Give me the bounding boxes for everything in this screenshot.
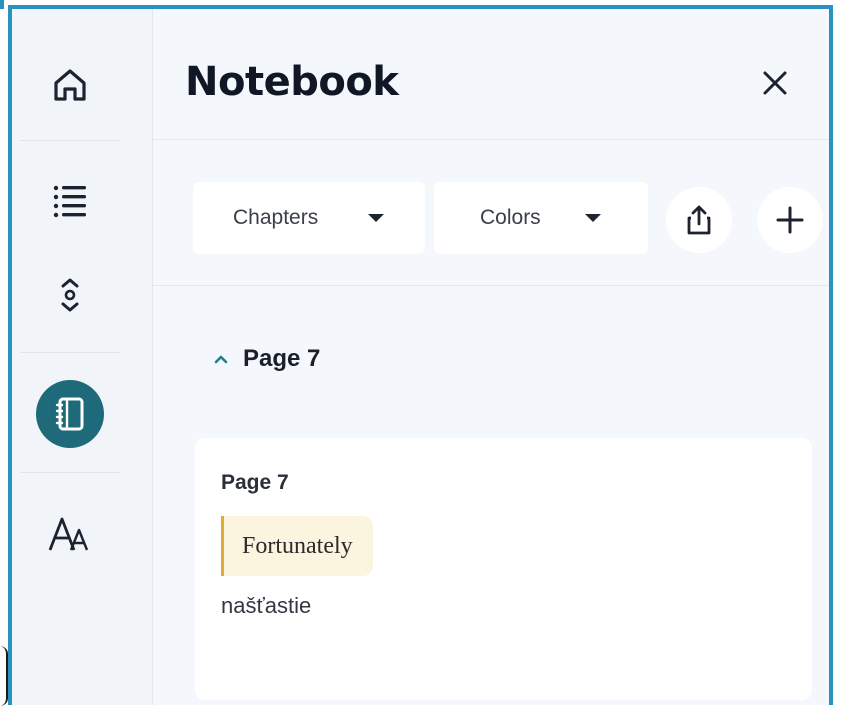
- chevron-down-icon: [585, 214, 601, 222]
- rail-divider: [20, 352, 120, 353]
- close-icon: [763, 71, 787, 95]
- notebook-icon: [55, 397, 84, 431]
- section-label: Page 7: [243, 345, 321, 372]
- rail-divider: [20, 140, 120, 141]
- home-button[interactable]: [34, 49, 106, 121]
- chapters-dropdown-label: Chapters: [233, 206, 319, 229]
- side-rail: [12, 9, 153, 705]
- plus-icon: [776, 206, 804, 234]
- note-card[interactable]: Page 7 Fortunately našťastie: [195, 438, 812, 700]
- scroll-position-icon: [61, 278, 79, 312]
- highlighted-text[interactable]: Fortunately: [221, 516, 373, 576]
- rail-divider: [20, 472, 120, 473]
- chevron-down-icon: [368, 214, 384, 222]
- notebook-panel: Notebook Chapters Colors Page 7 Page 7 F…: [153, 9, 829, 705]
- list-icon: [53, 185, 86, 218]
- frame-edge-mark: [0, 0, 4, 9]
- font-settings-button[interactable]: [34, 498, 106, 570]
- add-note-button[interactable]: [757, 187, 823, 253]
- close-button[interactable]: [757, 65, 793, 101]
- home-icon: [54, 69, 86, 101]
- chapters-dropdown[interactable]: Chapters: [193, 182, 425, 254]
- notebook-window: Notebook Chapters Colors Page 7 Page 7 F…: [8, 5, 833, 705]
- export-button[interactable]: [666, 187, 732, 253]
- share-icon: [687, 205, 711, 235]
- section-toggle[interactable]: Page 7: [213, 345, 320, 373]
- colors-dropdown-label: Colors: [480, 206, 541, 229]
- scroll-position-button[interactable]: [34, 259, 106, 331]
- colors-dropdown[interactable]: Colors: [434, 182, 648, 254]
- table-of-contents-button[interactable]: [34, 165, 106, 237]
- chevron-up-icon: [214, 355, 228, 364]
- notebook-button[interactable]: [36, 380, 104, 448]
- toolbar-divider: [153, 285, 829, 286]
- page-title: Notebook: [185, 59, 399, 105]
- frame-edge-mark: [0, 646, 8, 706]
- translation-text: našťastie: [221, 593, 312, 618]
- font-size-icon: [48, 517, 89, 551]
- note-card-title: Page 7: [221, 471, 289, 494]
- header-divider: [153, 139, 829, 140]
